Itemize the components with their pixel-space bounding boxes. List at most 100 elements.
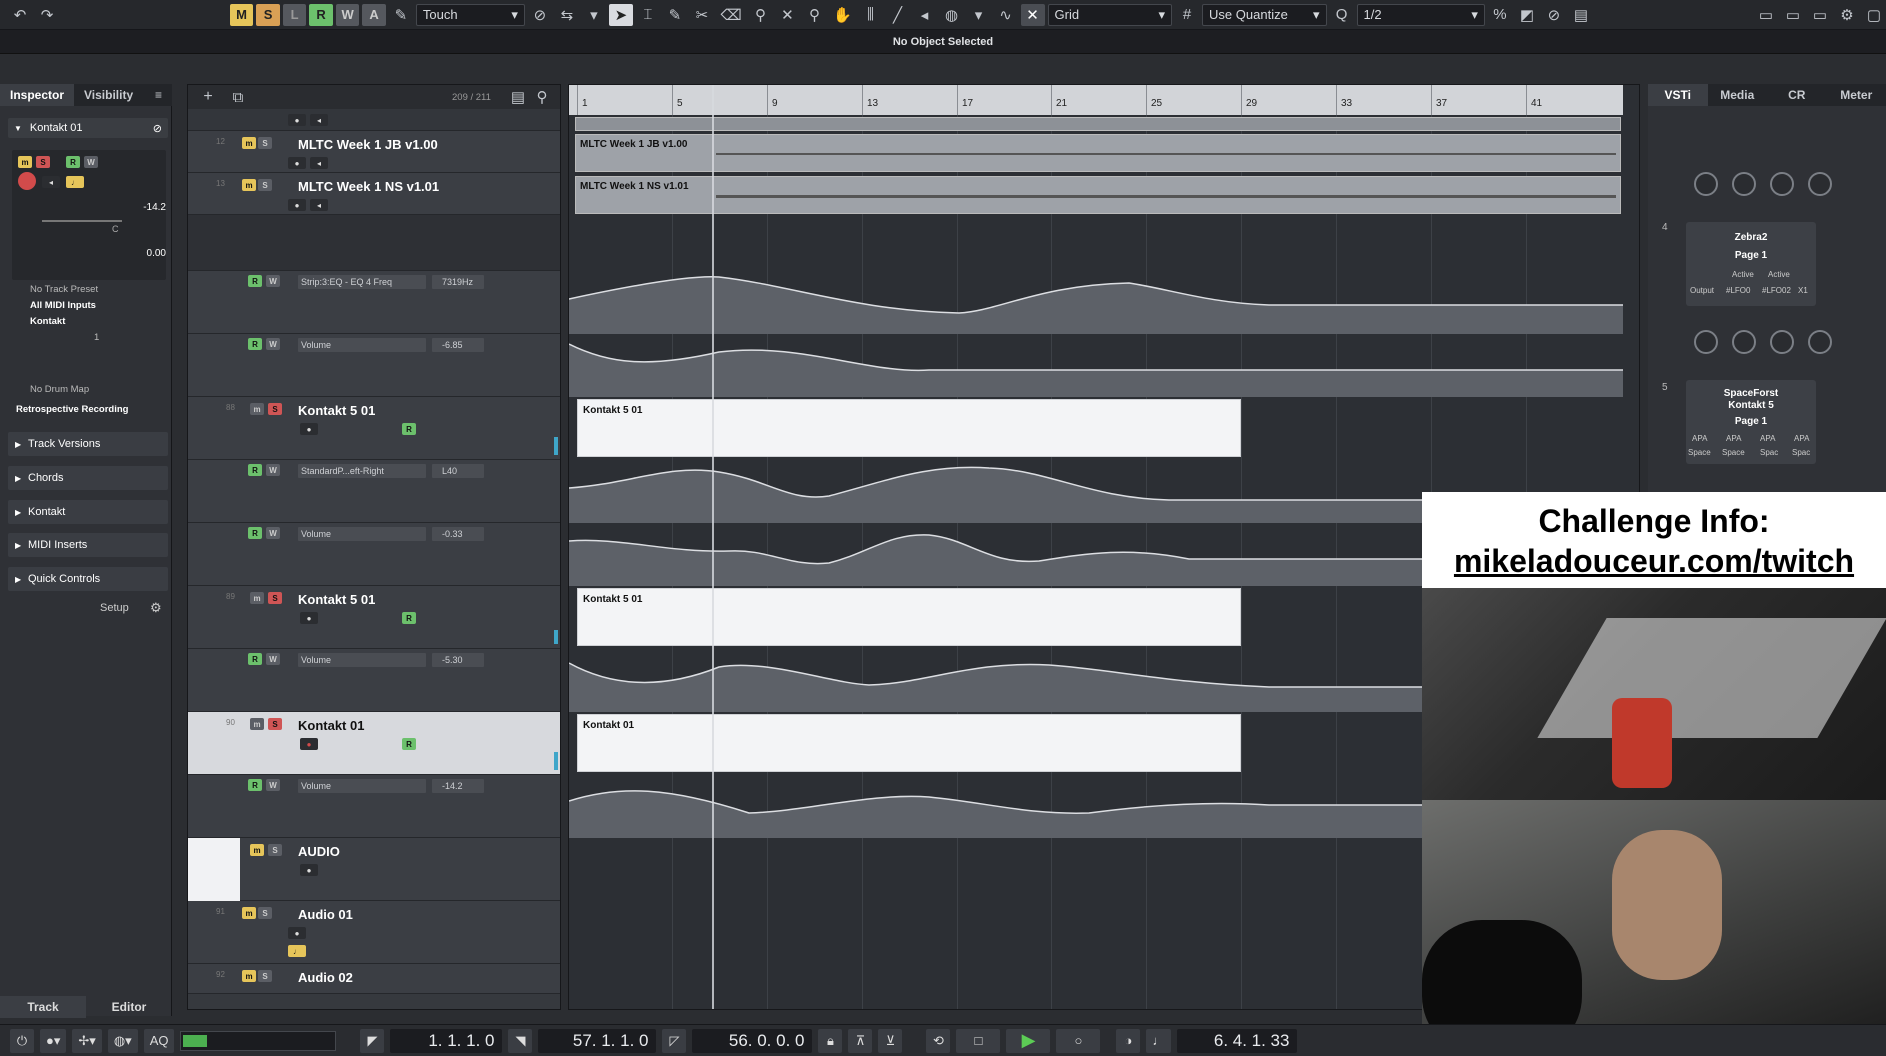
write-button[interactable]: W [266,779,280,791]
settings-icon[interactable]: ▢ [1862,4,1886,26]
read-button[interactable]: R [248,338,262,350]
track-list-menu-icon[interactable]: ▤ [506,86,530,108]
track-name[interactable]: Kontakt 5 01 [298,403,375,418]
nudge-icon[interactable]: ⊻ [878,1028,903,1053]
locator-length-display[interactable]: 56. 0. 0. 0 [692,1028,813,1053]
snap-type-dropdown[interactable]: Grid ▾ [1047,3,1173,26]
left-zone-toggle-icon[interactable]: ▭ [1754,4,1778,26]
automation-parameter[interactable]: Volume [298,653,426,667]
midi-part[interactable]: Kontakt 01 [577,714,1241,772]
track-name[interactable]: Audio 01 [298,907,353,922]
write-button[interactable]: W [266,464,280,476]
midi-part[interactable]: Kontakt 5 01 [577,399,1241,457]
track-row[interactable]: ● ◂ [188,109,560,131]
automation-parameter[interactable]: Strip:3:EQ - EQ 4 Freq [298,275,426,289]
automation-value[interactable]: -5.30 [432,653,484,667]
quantize-value-dropdown[interactable]: 1/2 ▾ [1356,3,1485,26]
draw-tool-icon[interactable]: ✎ [663,4,687,26]
solo-button[interactable]: S [258,179,272,191]
quick-control-knob[interactable] [1694,172,1718,196]
instrument-slot-spaceforst[interactable]: SpaceForst Kontakt 5 Page 1 APA APA APA … [1686,380,1816,464]
solo-button[interactable]: S [268,718,282,730]
tab-visibility[interactable]: Visibility [74,84,143,106]
midi-part[interactable]: Kontakt 5 01 [577,588,1241,646]
right-locator-display[interactable]: 57. 1. 1. 0 [538,1028,657,1053]
audio-event[interactable]: MLTC Week 1 NS v1.01 [575,176,1621,214]
add-track-from-preset-icon[interactable]: ⧉ [226,86,250,108]
right-locator-icon[interactable]: ◥ [508,1028,533,1053]
automation-parameter[interactable]: StandardP...eft-Right [298,464,426,478]
lock-icon[interactable]: ♩ [288,945,306,957]
inspector-read-button[interactable]: R [66,156,80,168]
punch-in-icon[interactable]: ◑ [1116,1028,1141,1053]
read-button[interactable]: R [402,738,416,750]
mute-button[interactable]: m [242,970,256,982]
audio-event[interactable]: MLTC Week 1 JB v1.00 [575,134,1621,172]
quick-control-knob[interactable] [1694,330,1718,354]
monitor-icon[interactable]: ◂ [310,157,328,169]
automation-lane[interactable]: R W Volume -14.2 [188,775,560,838]
tab-media[interactable]: Media [1708,84,1768,106]
tab-cr[interactable]: CR [1767,84,1827,106]
read-button[interactable]: R [248,464,262,476]
write-state-button[interactable]: W [335,3,360,26]
autoscroll-dropdown-icon[interactable]: ▾ [582,4,606,26]
instrument-slot-zebra2[interactable]: Zebra2 Page 1 Active Active Output #LFO0… [1686,222,1816,306]
track-row-kontakt5-a[interactable]: 88 m S Kontakt 5 01 ● R [188,397,560,460]
object-select-tool-icon[interactable]: ➤ [608,3,633,26]
automation-lane[interactable]: R W Strip:3:EQ - EQ 4 Freq 7319Hz [188,271,560,334]
solo-button[interactable]: S [258,970,272,982]
automation-curve[interactable] [569,334,1623,397]
mute-button[interactable]: m [242,179,256,191]
right-zone-toggle-icon[interactable]: ▭ [1808,4,1832,26]
automation-parameter[interactable]: Volume [298,338,426,352]
mute-button[interactable]: m [250,844,264,856]
quantize-apply-icon[interactable]: ◩ [1515,4,1539,26]
activate-project-icon[interactable]: ⏻ [10,1028,34,1053]
section-kontakt[interactable]: Kontakt [8,500,168,524]
inspector-mute-button[interactable]: m [18,156,32,168]
play-tool-icon[interactable]: ◂ [913,4,937,26]
track-name[interactable]: Kontakt 5 01 [298,592,375,607]
automation-parameter[interactable]: Volume [298,779,426,793]
automation-state-button[interactable]: A [362,3,386,26]
monitor-icon[interactable]: ◂ [310,199,328,211]
tab-track[interactable]: Track [0,996,86,1018]
automation-lane[interactable]: R W Volume -0.33 [188,523,560,586]
track-row-kontakt5-b[interactable]: 89 m S Kontakt 5 01 ● R [188,586,560,649]
lower-zone-toggle-icon[interactable]: ▭ [1781,4,1805,26]
record-icon[interactable]: ○ [1056,1028,1101,1053]
solo-button[interactable]: S [258,137,272,149]
inspector-track-header[interactable]: ▼ Kontakt 01 ⊘ [8,118,168,138]
track-preset-row[interactable]: No Track Preset [12,282,166,297]
add-track-icon[interactable]: + [196,86,220,108]
record-icon[interactable]: ● [288,114,306,126]
color-tool-icon[interactable]: ◍ [940,4,964,26]
midi-channel-row[interactable]: 1 [12,330,166,345]
drum-map-row[interactable]: No Drum Map [12,382,166,397]
quick-control-knob[interactable] [1732,330,1756,354]
track-search-icon[interactable]: ⚲ [530,86,554,108]
mute-button[interactable]: m [250,403,264,415]
marker-icon[interactable]: ⊼ [848,1028,873,1053]
track-row-audio-ns[interactable]: 13 m S MLTC Week 1 NS v1.01 ● ◂ [188,173,560,215]
snap-on-icon[interactable]: ✕ [1020,3,1045,26]
tab-inspector[interactable]: Inspector [0,84,75,106]
track-name[interactable]: MLTC Week 1 JB v1.00 [298,137,438,152]
stop-icon[interactable]: □ [956,1028,1001,1053]
tab-vsti[interactable]: VSTi [1648,84,1708,106]
volume-fader[interactable] [42,220,122,222]
suspend-icon[interactable]: ⊘ [528,4,552,26]
read-button[interactable]: R [248,779,262,791]
autoscroll-icon[interactable]: ⇆ [555,4,579,26]
read-button[interactable]: R [248,653,262,665]
quick-control-knob[interactable] [1770,330,1794,354]
automation-lane[interactable]: R W Volume -5.30 [188,649,560,712]
redo-icon[interactable]: ↷ [35,4,59,26]
quick-control-knob[interactable] [1732,172,1756,196]
automation-value[interactable]: -6.85 [432,338,484,352]
left-locator-display[interactable]: 1. 1. 1. 0 [390,1028,503,1053]
record-icon[interactable]: ● [288,927,306,939]
window-layout-icon[interactable]: ⚙ [1835,4,1859,26]
midi-input-row[interactable]: All MIDI Inputs [12,298,166,313]
